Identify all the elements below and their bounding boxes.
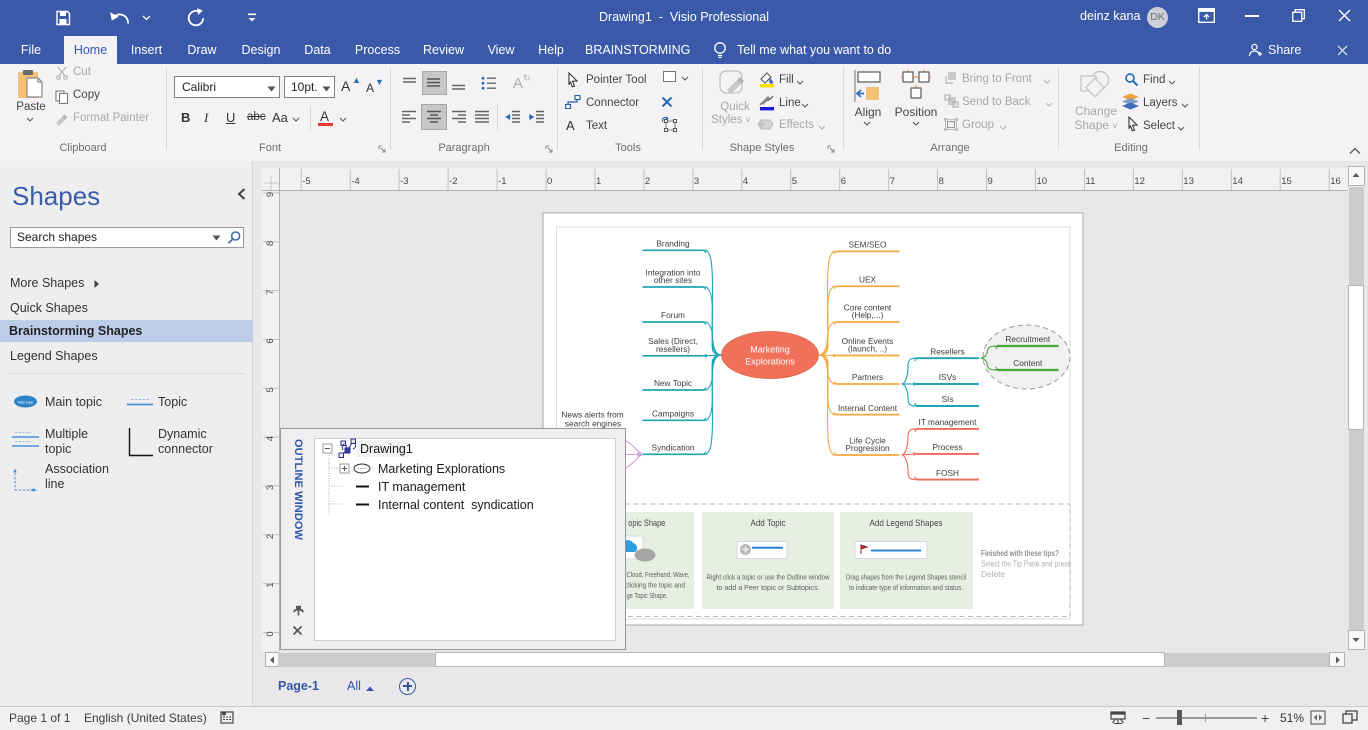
svg-text:Select the Tip Pane and press: Select the Tip Pane and press [981,560,1071,569]
svg-text:Partners: Partners [852,372,883,382]
svg-text:5: 5 [265,387,276,392]
svg-text:other sites: other sites [654,275,692,285]
svg-text:to indicate type of informatio: to indicate type of information and stat… [849,583,963,592]
svg-text:6: 6 [265,338,276,343]
svg-text:16: 16 [1330,176,1341,187]
svg-text:clicking the topic and: clicking the topic and [625,581,685,590]
svg-text:-5: -5 [302,176,310,187]
svg-text:6: 6 [841,176,846,187]
svg-text:7: 7 [265,290,276,295]
svg-text:Branding: Branding [656,239,690,249]
svg-text:Marketing Explorations: Marketing Explorations [378,462,505,476]
svg-text:ge Topic Shape.: ge Topic Shape. [627,591,668,600]
svg-text:search engines: search engines [565,419,621,429]
svg-text:Internal Content: Internal Content [838,403,898,413]
svg-text:opic Shape: opic Shape [628,518,665,528]
svg-text:2: 2 [645,176,650,187]
svg-text:3: 3 [694,176,699,187]
svg-text:9: 9 [265,192,276,197]
svg-text:Drawing1: Drawing1 [360,442,413,456]
svg-text:Add Legend Shapes: Add Legend Shapes [870,518,943,528]
svg-text:FOSH: FOSH [936,468,959,478]
svg-text:Delete: Delete [981,570,1006,579]
svg-text:UEX: UEX [859,275,877,285]
svg-text:IT management: IT management [378,480,466,494]
svg-text:10: 10 [1037,176,1048,187]
svg-text:SIs: SIs [942,394,954,404]
svg-text:Cloud, Freehand, Wave,: Cloud, Freehand, Wave, [627,570,690,579]
svg-text:Content: Content [1013,358,1043,368]
svg-text:Explorations: Explorations [745,357,795,367]
svg-text:5: 5 [792,176,797,187]
svg-text:Add Topic: Add Topic [751,518,786,528]
svg-text:2: 2 [265,534,276,539]
svg-text:0: 0 [265,631,276,636]
svg-text:4: 4 [265,436,276,441]
svg-text:Finished with these tips?: Finished with these tips? [981,549,1059,558]
svg-text:14: 14 [1232,176,1243,187]
svg-text:8: 8 [265,241,276,246]
svg-text:Process: Process [933,442,963,452]
svg-text:7: 7 [890,176,895,187]
svg-text:-3: -3 [400,176,408,187]
svg-text:Resellers: Resellers [930,346,965,356]
svg-text:9: 9 [988,176,993,187]
svg-text:New Topic: New Topic [654,378,692,388]
svg-text:Recruitment: Recruitment [1005,334,1050,344]
svg-text:Internal content syndication: Internal content syndication [378,498,534,512]
svg-text:13: 13 [1183,176,1194,187]
svg-text:12: 12 [1134,176,1145,187]
svg-text:Progression: Progression [845,443,890,453]
svg-text:SEM/SEO: SEM/SEO [849,240,887,250]
svg-text:-4: -4 [351,176,359,187]
svg-text:(Help,...): (Help,...) [852,310,884,320]
svg-text:ISVs: ISVs [939,372,957,382]
svg-text:1: 1 [596,176,601,187]
svg-text:1: 1 [265,582,276,587]
svg-text:Forum: Forum [661,310,685,320]
svg-text:Main topic: Main topic [18,401,34,405]
svg-text:resellers): resellers) [656,344,690,354]
svg-text:11: 11 [1086,176,1096,187]
svg-text:15: 15 [1281,176,1292,187]
svg-text:-2: -2 [449,176,457,187]
svg-text:4: 4 [743,176,748,187]
svg-text:3: 3 [265,485,276,490]
svg-text:(launch, ..): (launch, ..) [848,344,887,354]
svg-text:Syndication: Syndication [652,443,695,453]
svg-text:Drag shapes from the Legend Sh: Drag shapes from the Legend Shapes stenc… [846,573,966,582]
svg-text:to add a Peer topic or Subtopi: to add a Peer topic or Subtopics. [717,583,820,592]
svg-text:Right click a topic or use the: Right click a topic or use the Outline w… [707,573,830,582]
svg-text:0: 0 [547,176,552,187]
svg-text:IT management: IT management [919,417,978,427]
svg-text:Campaigns: Campaigns [652,409,694,419]
svg-text:Marketing: Marketing [750,345,790,355]
svg-text:8: 8 [939,176,944,187]
svg-text:-1: -1 [498,176,506,187]
